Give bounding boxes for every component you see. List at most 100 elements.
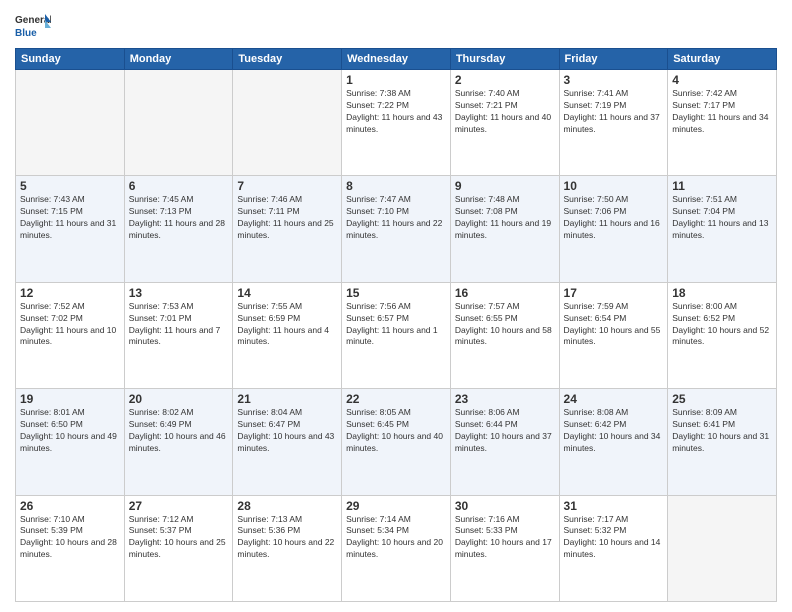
- day-number: 11: [672, 179, 772, 193]
- calendar-cell: [124, 70, 233, 176]
- calendar-cell: 26Sunrise: 7:10 AM Sunset: 5:39 PM Dayli…: [16, 495, 125, 601]
- day-number: 1: [346, 73, 446, 87]
- day-header-sunday: Sunday: [16, 49, 125, 70]
- calendar-cell: 14Sunrise: 7:55 AM Sunset: 6:59 PM Dayli…: [233, 282, 342, 388]
- day-number: 7: [237, 179, 337, 193]
- calendar-cell: 12Sunrise: 7:52 AM Sunset: 7:02 PM Dayli…: [16, 282, 125, 388]
- day-number: 19: [20, 392, 120, 406]
- calendar-cell: 13Sunrise: 7:53 AM Sunset: 7:01 PM Dayli…: [124, 282, 233, 388]
- calendar-cell: 23Sunrise: 8:06 AM Sunset: 6:44 PM Dayli…: [450, 389, 559, 495]
- calendar-cell: 20Sunrise: 8:02 AM Sunset: 6:49 PM Dayli…: [124, 389, 233, 495]
- calendar-cell: 2Sunrise: 7:40 AM Sunset: 7:21 PM Daylig…: [450, 70, 559, 176]
- day-number: 4: [672, 73, 772, 87]
- day-number: 23: [455, 392, 555, 406]
- day-number: 12: [20, 286, 120, 300]
- day-number: 18: [672, 286, 772, 300]
- day-info: Sunrise: 7:17 AM Sunset: 5:32 PM Dayligh…: [564, 514, 664, 562]
- logo: General Blue: [15, 10, 51, 42]
- day-number: 30: [455, 499, 555, 513]
- week-row-1: 1Sunrise: 7:38 AM Sunset: 7:22 PM Daylig…: [16, 70, 777, 176]
- day-number: 10: [564, 179, 664, 193]
- day-info: Sunrise: 8:09 AM Sunset: 6:41 PM Dayligh…: [672, 407, 772, 455]
- calendar-cell: 3Sunrise: 7:41 AM Sunset: 7:19 PM Daylig…: [559, 70, 668, 176]
- day-info: Sunrise: 8:00 AM Sunset: 6:52 PM Dayligh…: [672, 301, 772, 349]
- day-number: 8: [346, 179, 446, 193]
- day-number: 25: [672, 392, 772, 406]
- day-info: Sunrise: 7:52 AM Sunset: 7:02 PM Dayligh…: [20, 301, 120, 349]
- day-info: Sunrise: 7:57 AM Sunset: 6:55 PM Dayligh…: [455, 301, 555, 349]
- calendar-cell: 19Sunrise: 8:01 AM Sunset: 6:50 PM Dayli…: [16, 389, 125, 495]
- calendar-cell: 16Sunrise: 7:57 AM Sunset: 6:55 PM Dayli…: [450, 282, 559, 388]
- day-header-friday: Friday: [559, 49, 668, 70]
- calendar-cell: 4Sunrise: 7:42 AM Sunset: 7:17 PM Daylig…: [668, 70, 777, 176]
- day-number: 27: [129, 499, 229, 513]
- calendar-header-row: SundayMondayTuesdayWednesdayThursdayFrid…: [16, 49, 777, 70]
- day-info: Sunrise: 8:06 AM Sunset: 6:44 PM Dayligh…: [455, 407, 555, 455]
- day-number: 6: [129, 179, 229, 193]
- calendar-cell: 25Sunrise: 8:09 AM Sunset: 6:41 PM Dayli…: [668, 389, 777, 495]
- day-number: 21: [237, 392, 337, 406]
- day-number: 20: [129, 392, 229, 406]
- day-info: Sunrise: 7:14 AM Sunset: 5:34 PM Dayligh…: [346, 514, 446, 562]
- day-info: Sunrise: 7:13 AM Sunset: 5:36 PM Dayligh…: [237, 514, 337, 562]
- day-info: Sunrise: 7:50 AM Sunset: 7:06 PM Dayligh…: [564, 194, 664, 242]
- day-info: Sunrise: 8:04 AM Sunset: 6:47 PM Dayligh…: [237, 407, 337, 455]
- day-number: 28: [237, 499, 337, 513]
- day-header-wednesday: Wednesday: [342, 49, 451, 70]
- calendar-cell: 1Sunrise: 7:38 AM Sunset: 7:22 PM Daylig…: [342, 70, 451, 176]
- calendar-cell: 5Sunrise: 7:43 AM Sunset: 7:15 PM Daylig…: [16, 176, 125, 282]
- calendar-cell: 6Sunrise: 7:45 AM Sunset: 7:13 PM Daylig…: [124, 176, 233, 282]
- day-header-thursday: Thursday: [450, 49, 559, 70]
- day-number: 16: [455, 286, 555, 300]
- day-info: Sunrise: 7:12 AM Sunset: 5:37 PM Dayligh…: [129, 514, 229, 562]
- calendar-cell: 9Sunrise: 7:48 AM Sunset: 7:08 PM Daylig…: [450, 176, 559, 282]
- day-number: 3: [564, 73, 664, 87]
- calendar-cell: 28Sunrise: 7:13 AM Sunset: 5:36 PM Dayli…: [233, 495, 342, 601]
- day-header-tuesday: Tuesday: [233, 49, 342, 70]
- day-number: 24: [564, 392, 664, 406]
- calendar-cell: 29Sunrise: 7:14 AM Sunset: 5:34 PM Dayli…: [342, 495, 451, 601]
- week-row-3: 12Sunrise: 7:52 AM Sunset: 7:02 PM Dayli…: [16, 282, 777, 388]
- calendar-cell: 22Sunrise: 8:05 AM Sunset: 6:45 PM Dayli…: [342, 389, 451, 495]
- day-info: Sunrise: 7:45 AM Sunset: 7:13 PM Dayligh…: [129, 194, 229, 242]
- calendar-cell: 10Sunrise: 7:50 AM Sunset: 7:06 PM Dayli…: [559, 176, 668, 282]
- day-info: Sunrise: 7:51 AM Sunset: 7:04 PM Dayligh…: [672, 194, 772, 242]
- calendar-cell: 24Sunrise: 8:08 AM Sunset: 6:42 PM Dayli…: [559, 389, 668, 495]
- calendar-cell: [233, 70, 342, 176]
- day-info: Sunrise: 7:56 AM Sunset: 6:57 PM Dayligh…: [346, 301, 446, 349]
- calendar-cell: 17Sunrise: 7:59 AM Sunset: 6:54 PM Dayli…: [559, 282, 668, 388]
- calendar-cell: 27Sunrise: 7:12 AM Sunset: 5:37 PM Dayli…: [124, 495, 233, 601]
- week-row-4: 19Sunrise: 8:01 AM Sunset: 6:50 PM Dayli…: [16, 389, 777, 495]
- calendar-cell: 30Sunrise: 7:16 AM Sunset: 5:33 PM Dayli…: [450, 495, 559, 601]
- calendar-cell: 31Sunrise: 7:17 AM Sunset: 5:32 PM Dayli…: [559, 495, 668, 601]
- day-info: Sunrise: 7:42 AM Sunset: 7:17 PM Dayligh…: [672, 88, 772, 136]
- day-info: Sunrise: 8:05 AM Sunset: 6:45 PM Dayligh…: [346, 407, 446, 455]
- day-info: Sunrise: 7:53 AM Sunset: 7:01 PM Dayligh…: [129, 301, 229, 349]
- day-info: Sunrise: 7:16 AM Sunset: 5:33 PM Dayligh…: [455, 514, 555, 562]
- day-number: 9: [455, 179, 555, 193]
- day-number: 17: [564, 286, 664, 300]
- day-number: 26: [20, 499, 120, 513]
- day-number: 29: [346, 499, 446, 513]
- day-number: 2: [455, 73, 555, 87]
- calendar-cell: 18Sunrise: 8:00 AM Sunset: 6:52 PM Dayli…: [668, 282, 777, 388]
- day-header-monday: Monday: [124, 49, 233, 70]
- calendar: SundayMondayTuesdayWednesdayThursdayFrid…: [15, 48, 777, 602]
- day-info: Sunrise: 7:43 AM Sunset: 7:15 PM Dayligh…: [20, 194, 120, 242]
- day-number: 15: [346, 286, 446, 300]
- header: General Blue: [15, 10, 777, 42]
- svg-text:Blue: Blue: [15, 28, 37, 39]
- calendar-cell: 11Sunrise: 7:51 AM Sunset: 7:04 PM Dayli…: [668, 176, 777, 282]
- calendar-cell: [16, 70, 125, 176]
- day-number: 5: [20, 179, 120, 193]
- week-row-2: 5Sunrise: 7:43 AM Sunset: 7:15 PM Daylig…: [16, 176, 777, 282]
- day-info: Sunrise: 7:46 AM Sunset: 7:11 PM Dayligh…: [237, 194, 337, 242]
- day-number: 13: [129, 286, 229, 300]
- calendar-cell: 8Sunrise: 7:47 AM Sunset: 7:10 PM Daylig…: [342, 176, 451, 282]
- calendar-cell: 15Sunrise: 7:56 AM Sunset: 6:57 PM Dayli…: [342, 282, 451, 388]
- day-info: Sunrise: 7:10 AM Sunset: 5:39 PM Dayligh…: [20, 514, 120, 562]
- day-info: Sunrise: 8:08 AM Sunset: 6:42 PM Dayligh…: [564, 407, 664, 455]
- day-info: Sunrise: 7:55 AM Sunset: 6:59 PM Dayligh…: [237, 301, 337, 349]
- day-info: Sunrise: 8:02 AM Sunset: 6:49 PM Dayligh…: [129, 407, 229, 455]
- day-info: Sunrise: 8:01 AM Sunset: 6:50 PM Dayligh…: [20, 407, 120, 455]
